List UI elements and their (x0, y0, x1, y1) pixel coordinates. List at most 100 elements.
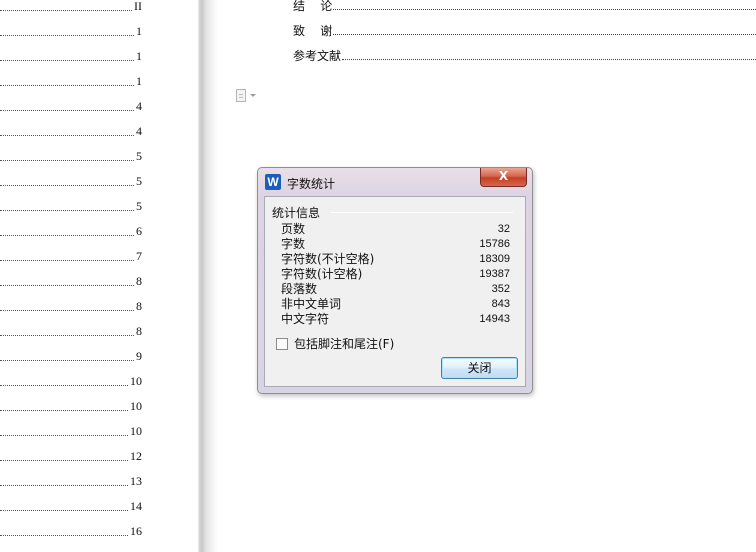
toc-line: 7 (0, 248, 142, 264)
toc-line: 9 (0, 348, 142, 364)
toc-line: II (0, 0, 142, 14)
toc-page-number: 4 (136, 99, 142, 113)
toc-line: 8 (0, 273, 142, 289)
toc-page-number: 10 (130, 399, 142, 413)
dialog-title: 字数统计 (287, 177, 336, 191)
stat-label: 字数 (281, 237, 306, 251)
toc-line: 1 (0, 73, 142, 89)
toc-page-number: 1 (136, 24, 142, 38)
toc-line: 4 (0, 98, 142, 114)
stat-row-chinese-chars: 中文字符 14943 (281, 312, 510, 327)
page-shadow (202, 0, 218, 552)
stat-value: 15786 (479, 238, 510, 250)
toc-leader-dots (0, 376, 128, 386)
chevron-down-icon (250, 93, 256, 97)
stat-label: 非中文单词 (281, 297, 342, 311)
toc-page-number: 7 (136, 249, 142, 263)
stat-label: 字符数(计空格) (281, 267, 363, 281)
stat-label: 页数 (281, 222, 306, 236)
stat-value: 352 (491, 283, 510, 295)
group-divider (331, 212, 513, 213)
toc-leader-dots (0, 1, 132, 11)
toc-line: 6 (0, 223, 142, 239)
toc-leader-dots (0, 251, 134, 261)
toc-line: 12 (0, 448, 142, 464)
stat-label: 中文字符 (281, 312, 330, 326)
toc-line: 14 (0, 498, 142, 514)
toc-page-number: 5 (136, 149, 142, 163)
toc-entry: 参考文献 (293, 46, 756, 64)
group-label: 统计信息 (272, 204, 325, 221)
toc-line: 10 (0, 423, 142, 439)
toc-line: 5 (0, 198, 142, 214)
include-footnotes-checkbox[interactable] (276, 337, 288, 350)
toc-line: 5 (0, 148, 142, 164)
toc-leader-dots (0, 351, 134, 361)
toc-leader-dots (0, 26, 134, 36)
stat-row-paragraphs: 段落数 352 (281, 282, 510, 297)
toc-leader-dots (0, 126, 134, 136)
toc-page-number: 6 (136, 224, 142, 238)
toc-line: 13 (0, 473, 142, 489)
toc-entry: 结 论 (293, 0, 756, 14)
stat-row-chars-no-spaces: 字符数(不计空格) 18309 (281, 252, 510, 267)
toc-line: 10 (0, 373, 142, 389)
toc-leader-dots (0, 526, 128, 536)
toc-entry-label: 结 论 (293, 0, 333, 13)
toc-page-number: 4 (136, 124, 142, 138)
toc-leader-dots (0, 301, 134, 311)
toc-leader-dots (0, 276, 134, 286)
stat-value: 32 (497, 223, 510, 235)
toc-page-number: 1 (136, 49, 142, 63)
toc-page-number: 14 (130, 499, 142, 513)
toc-leader-dots (0, 476, 128, 486)
toc-entry: 致 谢 (293, 21, 756, 39)
include-footnotes-label[interactable]: 包括脚注和尾注(F) (294, 335, 394, 352)
toc-page-number: 1 (136, 74, 142, 88)
close-button[interactable]: 关闭 (441, 357, 518, 379)
close-icon[interactable]: X (480, 168, 527, 187)
toc-leader-dots (0, 101, 134, 111)
toc-leader-dots (0, 451, 128, 461)
stat-value: 14943 (479, 313, 510, 325)
toc-page-number: 8 (136, 324, 142, 338)
toc-leader-dots (0, 426, 128, 436)
document-icon (236, 88, 246, 102)
toc-leader-dots (342, 59, 756, 60)
toc-entry-label: 参考文献 (293, 49, 342, 63)
toc-page-number: 5 (136, 199, 142, 213)
toc-page-number: II (134, 0, 142, 13)
toc-leader-dots (333, 34, 756, 35)
toc-line: 1 (0, 23, 142, 39)
toc-page-number: 9 (136, 349, 142, 363)
stat-row-chars-with-spaces: 字符数(计空格) 19387 (281, 267, 510, 282)
toc-line: 16 (0, 523, 142, 539)
toc-page-number: 13 (130, 474, 142, 488)
stat-value: 843 (491, 298, 510, 310)
toc-leader-dots (0, 226, 134, 236)
toc-page-number: 16 (130, 524, 142, 538)
toc-leader-dots (0, 501, 128, 511)
toc-leader-dots (0, 326, 134, 336)
paste-options-button[interactable] (236, 87, 262, 103)
toc-leader-dots (0, 401, 128, 411)
toc-leader-dots (0, 176, 134, 186)
stat-row-words: 字数 15786 (281, 237, 510, 252)
toc-page-number: 10 (130, 374, 142, 388)
toc-line: 10 (0, 398, 142, 414)
dialog-titlebar[interactable]: W 字数统计 X (258, 168, 532, 196)
toc-line: 1 (0, 48, 142, 64)
include-footnotes-option[interactable]: 包括脚注和尾注(F) (276, 335, 394, 352)
toc-line: 4 (0, 123, 142, 139)
toc-leader-dots (0, 76, 134, 86)
stat-value: 18309 (479, 253, 510, 265)
dialog-client-area: 统计信息 页数 32 字数 15786 字符数(不计空格) 18309 字符数(… (264, 196, 526, 387)
word-count-dialog: W 字数统计 X 统计信息 页数 32 字数 15786 字符数(不计空格) 1… (257, 167, 533, 394)
stat-row-non-chinese-words: 非中文单词 843 (281, 297, 510, 312)
stat-label: 字符数(不计空格) (281, 252, 375, 266)
toc-leader-dots (0, 151, 134, 161)
stat-row-pages: 页数 32 (281, 222, 510, 237)
stat-value: 19387 (479, 268, 510, 280)
toc-page-number: 8 (136, 299, 142, 313)
page-gutter (146, 0, 202, 552)
